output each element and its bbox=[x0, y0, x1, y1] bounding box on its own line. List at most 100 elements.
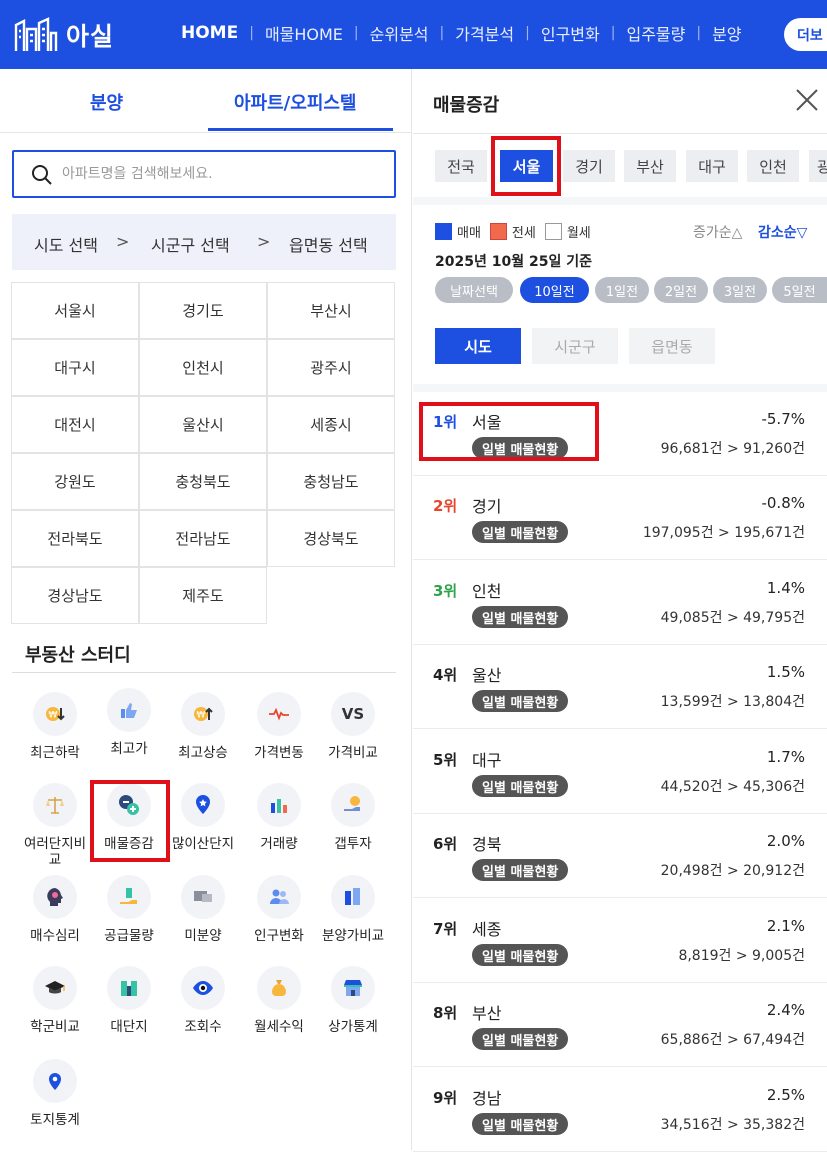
search-icon[interactable] bbox=[31, 164, 53, 186]
change-percent: 2.5% bbox=[766, 1086, 805, 1104]
date-chip[interactable]: 3일전 bbox=[713, 277, 767, 303]
study-highest-rise[interactable]: ₩ 최고상승 bbox=[166, 692, 240, 761]
region-cell[interactable]: 부산시 bbox=[267, 282, 395, 339]
level-tab-eupmyeondong[interactable]: 읍면동 bbox=[629, 328, 715, 364]
daily-listing-badge[interactable]: 일별 매물현황 bbox=[472, 521, 569, 543]
study-trade-volume[interactable]: 거래량 bbox=[242, 783, 316, 852]
region-cell[interactable]: 대전시 bbox=[11, 396, 139, 453]
region-cell[interactable]: 전라북도 bbox=[11, 510, 139, 567]
region-cell[interactable]: 경상남도 bbox=[11, 567, 139, 624]
study-supply-volume[interactable]: 공급물량 bbox=[92, 875, 166, 944]
region-cell[interactable]: 대구시 bbox=[11, 339, 139, 396]
tab-apartment-officetel[interactable]: 아파트/오피스텔 bbox=[234, 89, 357, 115]
legend-label: 월세 bbox=[566, 226, 591, 241]
sort-ascending[interactable]: 증가순△ bbox=[693, 222, 742, 242]
region-cell[interactable]: 전라남도 bbox=[139, 510, 267, 567]
region-chip[interactable]: 인천 bbox=[747, 150, 799, 182]
study-price-change[interactable]: 가격변동 bbox=[242, 692, 316, 761]
more-button[interactable]: 더보 bbox=[784, 18, 827, 51]
daily-listing-badge[interactable]: 일별 매물현황 bbox=[472, 606, 569, 628]
search-input[interactable] bbox=[62, 162, 382, 186]
study-recent-decline[interactable]: ₩ 최근하락 bbox=[18, 692, 92, 761]
nav-move-in-volume[interactable]: 입주물량 bbox=[626, 21, 685, 45]
region-cell[interactable]: 광주시 bbox=[267, 339, 395, 396]
region-cell[interactable]: 경상북도 bbox=[267, 510, 395, 567]
legend-label: 전세 bbox=[511, 226, 536, 241]
region-cell[interactable]: 충청남도 bbox=[267, 453, 395, 510]
region-cell[interactable]: 세종시 bbox=[267, 396, 395, 453]
jeonse-checkbox[interactable] bbox=[489, 223, 507, 240]
daily-listing-badge[interactable]: 일별 매물현황 bbox=[472, 859, 569, 881]
ranking-row[interactable]: 4위 울산 1.5% 일별 매물현황 13,599건 > 13,804건 bbox=[413, 645, 827, 729]
level-tab-sigungu[interactable]: 시군구 bbox=[532, 328, 618, 364]
level-tab-sido[interactable]: 시도 bbox=[435, 328, 521, 364]
monthly-checkbox[interactable] bbox=[544, 223, 562, 240]
nav-population-change[interactable]: 인구변화 bbox=[541, 21, 600, 45]
ranking-row[interactable]: 5위 대구 1.7% 일별 매물현황 44,520건 > 45,306건 bbox=[413, 730, 827, 814]
region-chip[interactable]: 광 bbox=[809, 150, 827, 182]
region-chip[interactable]: 대구 bbox=[686, 150, 738, 182]
study-large-complex[interactable]: 대단지 bbox=[92, 966, 166, 1035]
thumbs-up-icon bbox=[107, 688, 151, 732]
ranking-row[interactable]: 8위 부산 2.4% 일별 매물현황 65,886건 > 67,494건 bbox=[413, 983, 827, 1067]
daily-listing-badge[interactable]: 일별 매물현황 bbox=[472, 775, 569, 797]
ranking-row[interactable]: 3위 인천 1.4% 일별 매물현황 49,085건 > 49,795건 bbox=[413, 561, 827, 645]
region-cell[interactable]: 충청북도 bbox=[139, 453, 267, 510]
sort-descending[interactable]: 감소순▽ bbox=[758, 222, 807, 242]
study-highest-price[interactable]: 최고가 bbox=[92, 688, 166, 757]
tab-presale[interactable]: 분양 bbox=[90, 89, 123, 115]
close-icon[interactable] bbox=[794, 87, 820, 113]
region-cell[interactable]: 제주도 bbox=[139, 567, 267, 624]
region-cell[interactable]: 서울시 bbox=[11, 282, 139, 339]
study-gap-invest[interactable]: 갭투자 bbox=[316, 783, 390, 852]
store-icon bbox=[331, 966, 375, 1010]
study-school-compare[interactable]: 학군비교 bbox=[18, 966, 92, 1035]
region-cell[interactable]: 강원도 bbox=[11, 453, 139, 510]
region-chip[interactable]: 전국 bbox=[435, 150, 487, 182]
region-cell[interactable]: 울산시 bbox=[139, 396, 267, 453]
daily-listing-badge[interactable]: 일별 매물현황 bbox=[472, 944, 569, 966]
study-most-bought[interactable]: 많이산단지 bbox=[166, 783, 240, 852]
region-cell[interactable]: 인천시 bbox=[139, 339, 267, 396]
daily-listing-badge[interactable]: 일별 매물현황 bbox=[472, 690, 569, 712]
study-label: 가격비교 bbox=[328, 745, 378, 761]
date-chip[interactable]: 5일전 bbox=[772, 277, 827, 303]
study-price-compare[interactable]: VS 가격비교 bbox=[316, 692, 390, 761]
study-presale-compare[interactable]: 분양가비교 bbox=[316, 875, 390, 944]
nav-presale[interactable]: 분양 bbox=[712, 21, 741, 45]
region-chip[interactable]: 경기 bbox=[563, 150, 615, 182]
study-population-change[interactable]: 인구변화 bbox=[242, 875, 316, 944]
ranking-row[interactable]: 6위 경북 2.0% 일별 매물현황 20,498건 > 20,912건 bbox=[413, 814, 827, 898]
daily-listing-badge[interactable]: 일별 매물현황 bbox=[472, 1113, 569, 1135]
study-label: 분양가비교 bbox=[321, 928, 385, 944]
study-retail-stats[interactable]: 상가통계 bbox=[316, 966, 390, 1035]
nav-home[interactable]: HOME bbox=[181, 23, 238, 43]
select-sigungu[interactable]: 시군구 선택 bbox=[151, 232, 230, 256]
select-eupmyeondong[interactable]: 읍면동 선택 bbox=[289, 232, 368, 256]
region-cell[interactable]: 경기도 bbox=[139, 282, 267, 339]
nav-rank-analysis[interactable]: 순위분석 bbox=[370, 21, 429, 45]
study-buyer-sentiment[interactable]: 매수심리 bbox=[18, 875, 92, 944]
ranking-row[interactable]: 7위 세종 2.1% 일별 매물현황 8,819건 > 9,005건 bbox=[413, 899, 827, 983]
sale-checkbox[interactable] bbox=[435, 223, 452, 240]
study-multi-compare[interactable]: 여러단지비교 bbox=[18, 783, 92, 868]
study-view-count[interactable]: 조회수 bbox=[166, 966, 240, 1035]
nav-listing-home[interactable]: 매물HOME bbox=[265, 21, 343, 45]
nav-price-analysis[interactable]: 가격분석 bbox=[455, 21, 514, 45]
daily-listing-badge[interactable]: 일별 매물현황 bbox=[472, 1028, 569, 1050]
study-unsold[interactable]: 미분양 bbox=[166, 875, 240, 944]
date-chip[interactable]: 1일전 bbox=[595, 277, 649, 303]
ranking-row[interactable]: 9위 경남 2.5% 일별 매물현황 34,516건 > 35,382건 bbox=[413, 1068, 827, 1152]
money-bag-icon bbox=[257, 966, 301, 1010]
date-chip[interactable]: 2일전 bbox=[654, 277, 708, 303]
study-land-stats[interactable]: 토지통계 bbox=[18, 1059, 92, 1128]
region-chip[interactable]: 부산 bbox=[624, 150, 676, 182]
scale-icon bbox=[33, 783, 77, 827]
select-sido[interactable]: 시도 선택 bbox=[34, 232, 98, 256]
study-rent-yield[interactable]: 월세수익 bbox=[242, 966, 316, 1035]
left-tabs: 분양 아파트/오피스텔 bbox=[0, 69, 412, 133]
logo[interactable]: 아실 bbox=[14, 17, 114, 53]
date-chip[interactable]: 날짜선택 bbox=[435, 277, 513, 303]
date-chip-selected[interactable]: 10일전 bbox=[520, 277, 589, 303]
ranking-row[interactable]: 2위 경기 -0.8% 일별 매물현황 197,095건 > 195,671건 bbox=[413, 476, 827, 560]
